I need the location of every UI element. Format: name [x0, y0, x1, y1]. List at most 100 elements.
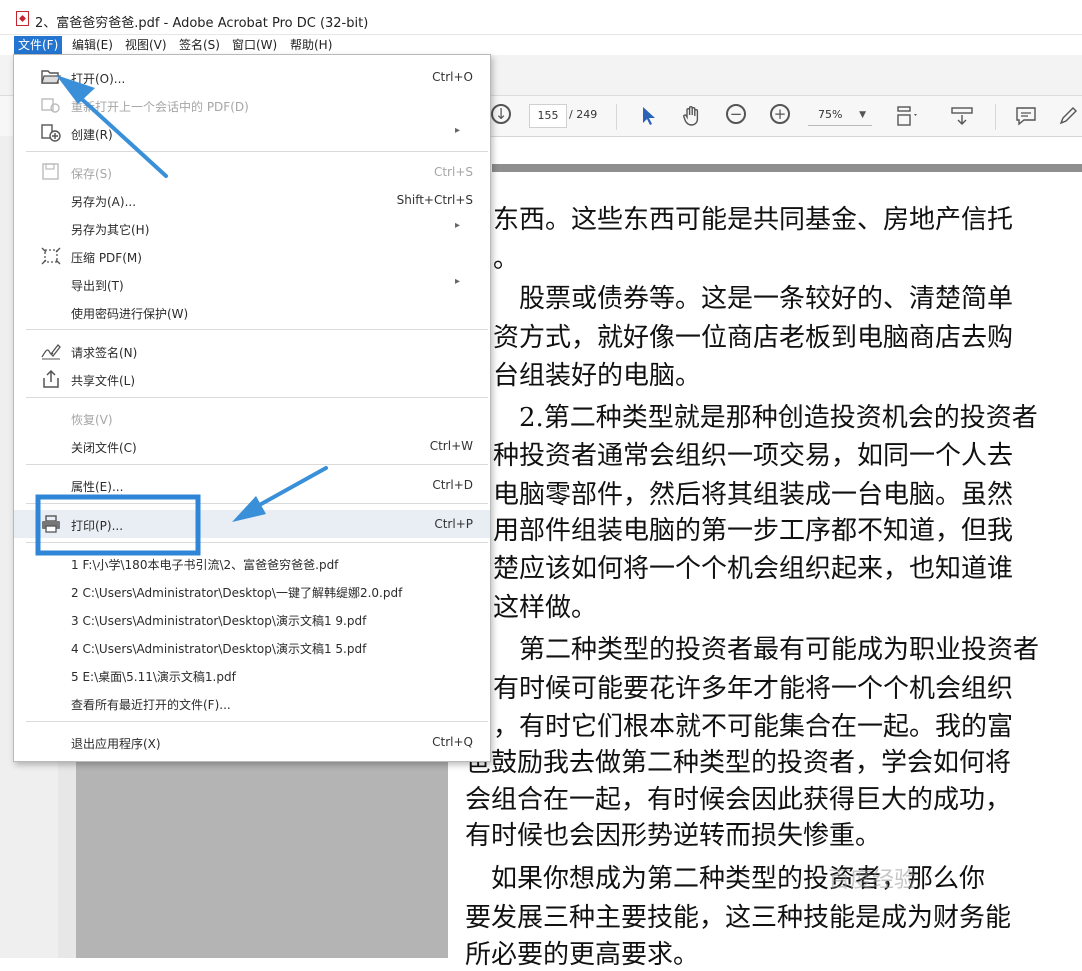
menu-shortcut: Ctrl+O: [432, 70, 473, 84]
recent-file-item[interactable]: 1 F:\小学\180本电子书引流\2、富爸爸穷爸爸.pdf: [14, 549, 490, 577]
recent-file-path: 4 C:\Users\Administrator\Desktop\演示文稿1 5…: [71, 642, 367, 656]
menu-shortcut: Ctrl+S: [433, 165, 473, 179]
menu-item-share[interactable]: 共享文件(L): [14, 365, 490, 393]
scroll-mode-icon[interactable]: [950, 104, 974, 128]
menu-edit[interactable]: 编辑(E): [68, 36, 117, 54]
menu-item-save-as[interactable]: 另存为(A)... Shift+Ctrl+S: [14, 186, 490, 214]
menu-shortcut: Ctrl+P: [434, 517, 473, 531]
menu-item-label: 压缩 PDF(M): [71, 251, 142, 265]
doc-text-line: 所必要的更高要求。: [465, 940, 700, 970]
recent-file-path: 3 C:\Users\Administrator\Desktop\演示文稿1 9…: [71, 614, 367, 628]
menu-window[interactable]: 窗口(W): [228, 36, 281, 54]
share-upload-icon: [41, 369, 61, 388]
recent-file-item[interactable]: 4 C:\Users\Administrator\Desktop\演示文稿1 5…: [14, 633, 490, 661]
menu-sign[interactable]: 签名(S): [175, 36, 224, 54]
menu-item-label: 请求签名(N): [71, 346, 138, 360]
menu-file[interactable]: 文件(F): [14, 36, 63, 54]
doc-text-line: 股票或债券等。这是一条较好的、清楚简单: [493, 284, 1014, 314]
compress-pdf-icon: [41, 247, 61, 265]
menu-item-request-sign[interactable]: 请求签名(N): [14, 337, 490, 365]
doc-text-line: 种投资者通常会组织一项交易，如同一个人去: [493, 441, 1014, 471]
menu-item-revert: 恢复(V): [14, 404, 490, 432]
menu-item-label: 恢复(V): [71, 413, 113, 427]
menu-item-label: 打开(O)...: [71, 72, 126, 86]
doc-text-line: 有时候可能要花许多年才能将一个个机会组织: [493, 674, 1014, 704]
menu-item-label: 重新打开上一个会话中的 PDF(D): [71, 100, 249, 114]
menu-divider: [26, 464, 488, 465]
recent-file-path: 2 C:\Users\Administrator\Desktop\一键了解韩缇娜…: [71, 586, 403, 600]
doc-text-line: 会组合在一起，有时候会因此获得巨大的成功，: [465, 785, 1012, 815]
create-pdf-icon: [41, 124, 61, 142]
menu-item-label: 共享文件(L): [71, 374, 136, 388]
recent-file-item[interactable]: 2 C:\Users\Administrator\Desktop\一键了解韩缇娜…: [14, 577, 490, 605]
menu-divider: [26, 397, 488, 398]
menu-item-create[interactable]: 创建(R) ▸: [14, 119, 490, 147]
comment-icon[interactable]: [1014, 104, 1038, 128]
zoom-select[interactable]: 75% ▼: [808, 104, 872, 126]
doc-text-line: 2.第二种类型就是那种创造投资机会的投资者: [493, 403, 1038, 433]
toolbar-divider: [616, 104, 617, 130]
doc-text-line: 第二种类型的投资者最有可能成为职业投资者: [493, 635, 1040, 665]
menu-item-save-as-other[interactable]: 另存为其它(H) ▸: [14, 214, 490, 242]
doc-text-line: 楚应该如何将一个个机会组织起来，也知道谁: [493, 554, 1014, 584]
watermark: 百度经验: [828, 868, 917, 893]
doc-text-line: 台组装好的电脑。: [493, 361, 702, 391]
reopen-session-icon: [41, 96, 61, 114]
menu-item-label: 创建(R): [71, 128, 113, 142]
menu-shortcut: Shift+Ctrl+S: [396, 193, 473, 207]
menu-bar: 文件(F) 编辑(E) 视图(V) 签名(S) 窗口(W) 帮助(H): [0, 35, 1082, 55]
menu-item-label: 使用密码进行保护(W): [71, 307, 189, 321]
toolbar-divider: [995, 104, 996, 130]
next-page-icon[interactable]: ↓: [491, 104, 511, 124]
menu-divider: [26, 151, 488, 152]
doc-text-line: 这样做。: [493, 593, 598, 623]
doc-text-line: 爸鼓励我去做第二种类型的投资者，学会如何将: [465, 748, 1012, 778]
title-bar: 2、富爸爸穷爸爸.pdf - Adobe Acrobat Pro DC (32-…: [0, 0, 1082, 35]
hand-tool-icon[interactable]: [680, 104, 704, 128]
menu-shortcut: Ctrl+Q: [432, 735, 473, 749]
doc-text-line: 有时候也会因形势逆转而损失惨重。: [465, 821, 882, 851]
chevron-down-icon: ▼: [859, 110, 866, 120]
doc-text-line: 用部件组装电脑的第一步工序都不知道，但我: [493, 516, 1014, 546]
menu-item-view-all-recent[interactable]: 查看所有最近打开的文件(F)...: [14, 689, 490, 717]
menu-item-print[interactable]: 打印(P)... Ctrl+P: [14, 510, 490, 538]
menu-item-properties[interactable]: 属性(E)... Ctrl+D: [14, 471, 490, 499]
doc-text-line: 。: [493, 244, 520, 274]
zoom-in-icon[interactable]: +: [770, 104, 790, 124]
acrobat-pdf-icon: [16, 11, 29, 26]
menu-item-protect[interactable]: 使用密码进行保护(W): [14, 298, 490, 326]
recent-file-path: 5 E:\桌面\5.11\演示文稿1.pdf: [71, 670, 236, 684]
zoom-value: 75%: [818, 108, 843, 121]
menu-item-label: 另存为(A)...: [71, 195, 137, 209]
menu-shortcut: Ctrl+W: [429, 439, 473, 453]
recent-file-item[interactable]: 5 E:\桌面\5.11\演示文稿1.pdf: [14, 661, 490, 689]
printer-icon: [41, 515, 61, 533]
zoom-out-icon[interactable]: −: [726, 104, 746, 124]
fit-page-icon[interactable]: [895, 104, 919, 128]
menu-divider: [26, 721, 488, 722]
doc-text-line: ，有时它们根本就不可能集合在一起。我的富: [493, 712, 1014, 742]
select-cursor-icon[interactable]: [637, 104, 661, 128]
menu-item-save: 保存(S) Ctrl+S: [14, 158, 490, 186]
menu-item-export[interactable]: 导出到(T) ▸: [14, 270, 490, 298]
menu-divider: [26, 503, 488, 504]
page-number-input[interactable]: 155: [529, 104, 567, 128]
menu-view[interactable]: 视图(V): [121, 36, 171, 54]
sign-pen-icon: [41, 342, 61, 360]
submenu-arrow-icon: ▸: [454, 125, 460, 136]
menu-help[interactable]: 帮助(H): [286, 36, 336, 54]
recent-file-item[interactable]: 3 C:\Users\Administrator\Desktop\演示文稿1 9…: [14, 605, 490, 633]
menu-divider: [26, 329, 488, 330]
menu-item-exit[interactable]: 退出应用程序(X) Ctrl+Q: [14, 728, 490, 756]
pen-icon[interactable]: [1056, 104, 1080, 128]
menu-item-label: 退出应用程序(X): [71, 737, 161, 751]
recent-file-path: 1 F:\小学\180本电子书引流\2、富爸爸穷爸爸.pdf: [71, 558, 339, 572]
menu-item-compress[interactable]: 压缩 PDF(M): [14, 242, 490, 270]
menu-item-reopen: 重新打开上一个会话中的 PDF(D): [14, 91, 490, 119]
menu-divider: [26, 542, 488, 543]
doc-text-line: 电脑零部件，然后将其组装成一台电脑。虽然: [493, 480, 1014, 510]
menu-item-label: 属性(E)...: [71, 480, 124, 494]
menu-item-close[interactable]: 关闭文件(C) Ctrl+W: [14, 432, 490, 460]
menu-item-open[interactable]: 打开(O)... Ctrl+O: [14, 63, 490, 91]
submenu-arrow-icon: ▸: [454, 276, 460, 287]
